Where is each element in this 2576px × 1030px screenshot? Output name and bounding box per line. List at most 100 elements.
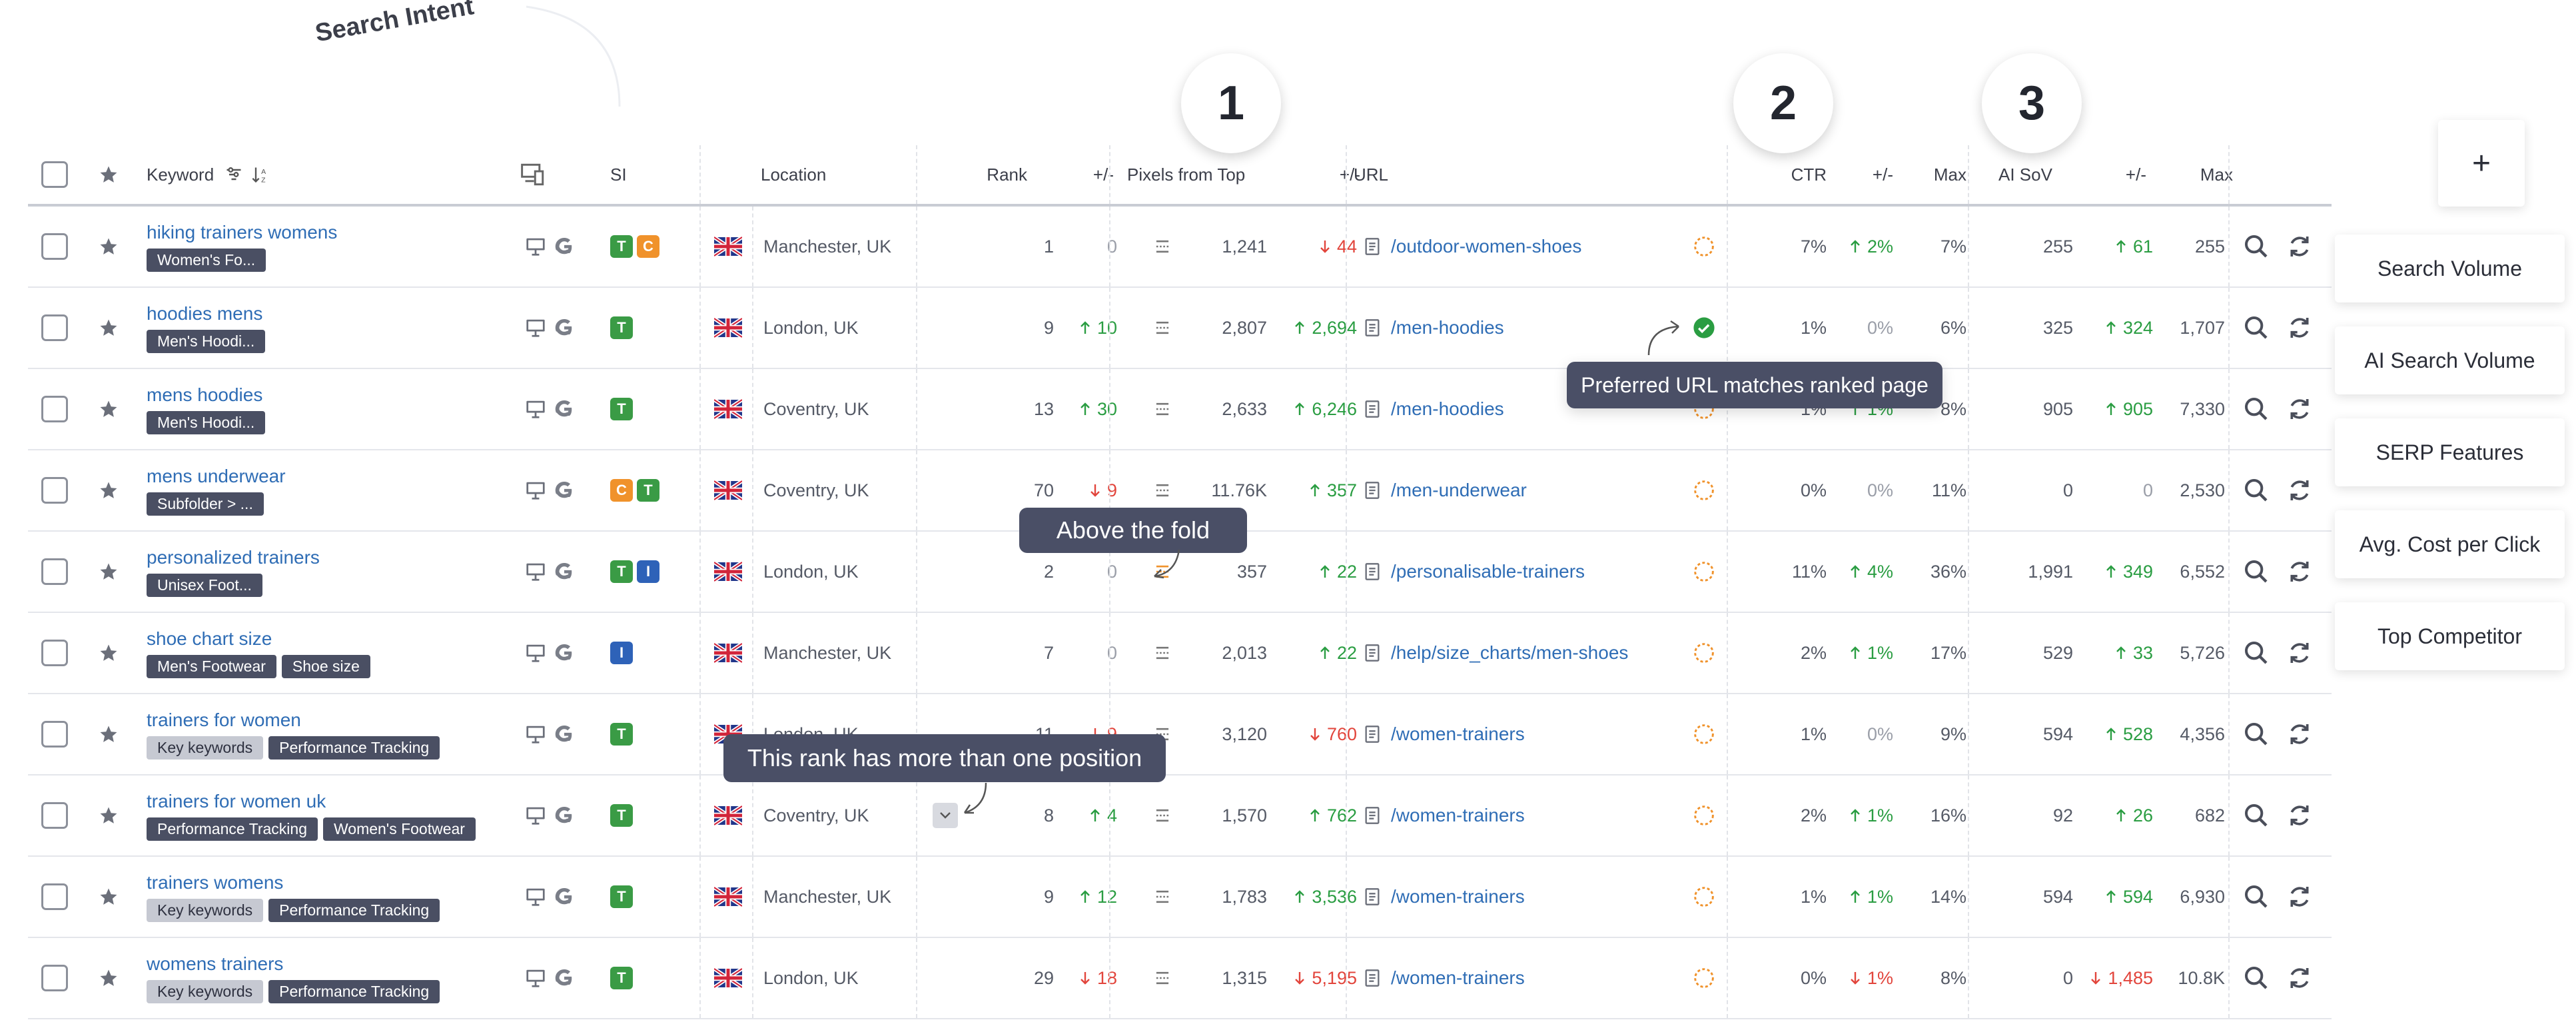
favorite-star-icon[interactable] — [99, 207, 125, 286]
side-panel-item[interactable]: AI Search Volume — [2335, 326, 2565, 394]
tag[interactable]: Subfolder > ... — [147, 492, 264, 516]
tag[interactable]: Women's Fo... — [147, 248, 266, 272]
side-panel-item[interactable]: SERP Features — [2335, 418, 2565, 486]
favorite-star-icon[interactable] — [99, 613, 125, 693]
favorite-star-icon[interactable] — [99, 775, 125, 855]
url-link[interactable]: /men-underwear — [1391, 480, 1527, 501]
multi-position-toggle[interactable] — [933, 775, 962, 855]
url-link[interactable]: /personalisable-trainers — [1391, 561, 1585, 582]
location-header[interactable]: Location — [761, 145, 894, 204]
table-row[interactable]: shoe chart size Men's Footwear Shoe size I M… — [28, 613, 2332, 694]
tag[interactable]: Key keywords — [147, 898, 264, 922]
ctr-header[interactable]: CTR — [1760, 145, 1827, 204]
keyword-link[interactable]: personalized trainers — [147, 547, 320, 568]
keyword-link[interactable]: mens underwear — [147, 466, 286, 487]
add-column-button[interactable]: + — [2438, 120, 2525, 207]
table-row[interactable]: trainers for women uk Performance Trackin… — [28, 775, 2332, 857]
table-row[interactable]: womens trainers Key keywords Performance T… — [28, 938, 2332, 1019]
refresh-icon[interactable] — [2286, 207, 2317, 286]
tag[interactable]: Key keywords — [147, 979, 264, 1003]
table-row[interactable]: hoodies mens Men's Hoodi... T London, UK 9 10… — [28, 288, 2332, 369]
favorite-star-icon[interactable] — [99, 369, 125, 449]
keyword-link[interactable]: trainers for women uk — [147, 791, 326, 812]
keyword-link[interactable]: hiking trainers womens — [147, 222, 337, 243]
refresh-icon[interactable] — [2286, 532, 2317, 612]
keyword-link[interactable]: womens trainers — [147, 953, 283, 975]
tag[interactable]: Performance Tracking — [268, 979, 440, 1003]
refresh-icon[interactable] — [2286, 613, 2317, 693]
search-icon[interactable] — [2243, 775, 2274, 855]
row-checkbox[interactable] — [41, 694, 75, 774]
search-icon[interactable] — [2243, 288, 2274, 368]
refresh-icon[interactable] — [2286, 288, 2317, 368]
tag[interactable]: Men's Hoodi... — [147, 410, 266, 434]
keyword-link[interactable]: shoe chart size — [147, 628, 272, 650]
tag[interactable]: Performance Tracking — [268, 736, 440, 760]
url-link[interactable]: /women-trainers — [1391, 805, 1525, 826]
favorite-star-icon[interactable] — [99, 857, 125, 937]
tag[interactable]: Performance Tracking — [268, 898, 440, 922]
aisov-change-header[interactable]: +/- — [2093, 145, 2146, 204]
row-checkbox[interactable] — [41, 450, 75, 530]
search-icon[interactable] — [2243, 694, 2274, 774]
search-icon[interactable] — [2243, 857, 2274, 937]
tag[interactable]: Unisex Foot... — [147, 573, 262, 597]
aisov-max-header[interactable]: Max — [2173, 145, 2233, 204]
refresh-icon[interactable] — [2286, 694, 2317, 774]
side-panel-item[interactable]: Top Competitor — [2335, 602, 2565, 670]
table-row[interactable]: hiking trainers womens Women's Fo... T C Man… — [28, 207, 2332, 288]
tag[interactable]: Shoe size — [281, 654, 370, 678]
refresh-icon[interactable] — [2286, 369, 2317, 449]
keyword-header[interactable]: Keyword AZ — [147, 145, 280, 204]
side-panel-item[interactable]: Avg. Cost per Click — [2335, 510, 2565, 578]
tag[interactable]: Men's Footwear — [147, 654, 276, 678]
refresh-icon[interactable] — [2286, 857, 2317, 937]
tag[interactable]: Performance Tracking — [147, 817, 318, 841]
side-panel-item[interactable]: Search Volume — [2335, 235, 2565, 302]
search-icon[interactable] — [2243, 613, 2274, 693]
row-checkbox[interactable] — [41, 775, 75, 855]
keyword-link[interactable]: trainers for women — [147, 710, 301, 731]
search-icon[interactable] — [2243, 369, 2274, 449]
favorite-star-icon[interactable] — [99, 532, 125, 612]
tag[interactable]: Key keywords — [147, 736, 264, 760]
favorite-star-icon[interactable] — [99, 938, 125, 1018]
table-row[interactable]: trainers womens Key keywords Performance T… — [28, 857, 2332, 938]
favorite-star-icon[interactable] — [99, 694, 125, 774]
tag[interactable]: Women's Footwear — [322, 817, 476, 841]
table-row[interactable]: mens hoodies Men's Hoodi... T Coventry, UK 1… — [28, 369, 2332, 450]
refresh-icon[interactable] — [2286, 775, 2317, 855]
search-icon[interactable] — [2243, 207, 2274, 286]
search-icon[interactable] — [2243, 450, 2274, 530]
sort-icon[interactable]: AZ — [251, 165, 270, 184]
aisov-header[interactable]: AI SoV — [1998, 145, 2078, 204]
pixels-header[interactable]: Pixels from Top — [1127, 145, 1267, 204]
select-all-checkbox[interactable] — [41, 145, 75, 204]
url-header[interactable]: URL — [1354, 145, 1420, 204]
search-icon[interactable] — [2243, 532, 2274, 612]
table-row[interactable]: trainers for women Key keywords Performanc… — [28, 694, 2332, 775]
url-link[interactable]: /outdoor-women-shoes — [1391, 236, 1581, 257]
favorite-star-icon[interactable] — [99, 288, 125, 368]
row-checkbox[interactable] — [41, 857, 75, 937]
refresh-icon[interactable] — [2286, 938, 2317, 1018]
row-checkbox[interactable] — [41, 613, 75, 693]
refresh-icon[interactable] — [2286, 450, 2317, 530]
keyword-link[interactable]: hoodies mens — [147, 303, 262, 324]
row-checkbox[interactable] — [41, 369, 75, 449]
url-link[interactable]: /women-trainers — [1391, 886, 1525, 907]
tag[interactable]: Men's Hoodi... — [147, 329, 266, 353]
rank-change-header[interactable]: +/- — [1067, 145, 1114, 204]
rank-header[interactable]: Rank — [961, 145, 1027, 204]
url-link[interactable]: /men-hoodies — [1391, 317, 1504, 338]
ctr-change-header[interactable]: +/- — [1840, 145, 1893, 204]
url-link[interactable]: /help/size_charts/men-shoes — [1391, 642, 1628, 664]
filter-icon[interactable] — [224, 165, 243, 184]
keyword-link[interactable]: trainers womens — [147, 872, 283, 893]
search-icon[interactable] — [2243, 938, 2274, 1018]
keyword-link[interactable]: mens hoodies — [147, 384, 262, 406]
row-checkbox[interactable] — [41, 532, 75, 612]
row-checkbox[interactable] — [41, 288, 75, 368]
favorite-star-icon[interactable] — [99, 450, 125, 530]
row-checkbox[interactable] — [41, 207, 75, 286]
